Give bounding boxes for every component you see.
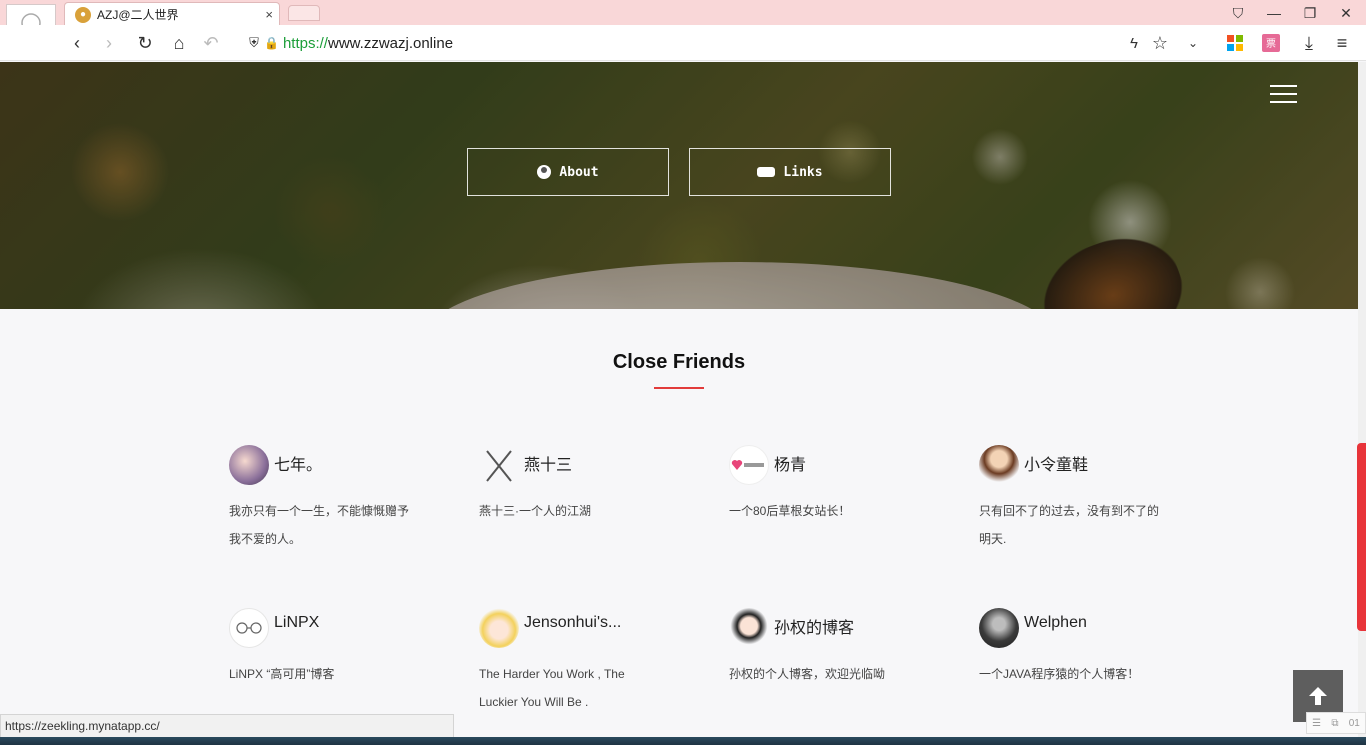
friend-description: 孙权的个人博客，欢迎光临呦	[729, 667, 886, 681]
url-scheme: https://	[282, 34, 328, 52]
friend-name[interactable]: 七年。	[274, 451, 322, 475]
ticket-icon[interactable]: 票	[1260, 32, 1282, 54]
link-status-bar: https://zeekling.mynatapp.cc/	[0, 714, 454, 738]
scrollbar-thumb[interactable]	[1357, 443, 1366, 631]
apps-grid-icon[interactable]	[1224, 32, 1246, 54]
friend-name[interactable]: Welphen	[1024, 614, 1087, 632]
home-icon[interactable]: ⌂	[168, 32, 190, 54]
about-button-label: About	[559, 164, 599, 180]
dropdown-chevron-icon[interactable]: ⌄	[1182, 32, 1204, 54]
friend-description: 一个80后草根女站长！	[729, 504, 851, 518]
friend-name[interactable]: 孙权的博客	[774, 614, 854, 638]
close-window-icon[interactable]: ✕	[1334, 3, 1358, 23]
friend-avatar	[479, 445, 519, 485]
friend-avatar	[979, 445, 1019, 485]
list-icon: ☰	[1312, 717, 1322, 729]
friend-avatar	[229, 445, 269, 485]
friend-description: 燕十三·一个人的江湖	[479, 504, 591, 518]
friend-description: The Harder You Work , The Luckier You Wi…	[479, 667, 625, 709]
crossed-swords-icon	[486, 450, 512, 482]
svg-text:票: 票	[1266, 38, 1276, 50]
bookmark-star-icon[interactable]: ☆	[1149, 32, 1171, 54]
friend-name[interactable]: 小令童鞋	[1024, 451, 1088, 475]
minimize-icon[interactable]: —	[1262, 3, 1286, 23]
links-button-label: Links	[783, 164, 823, 180]
browser-tab-bar: ● AZJ@二人世界 × ⛉ — ❐ ✕	[0, 0, 1366, 26]
title-underline	[654, 387, 704, 389]
friend-description: 一个JAVA程序猿的个人博客！	[979, 667, 1140, 681]
site-menu-hamburger-icon[interactable]	[1270, 85, 1297, 103]
section-title: Close Friends	[612, 351, 746, 373]
mini-tool-widget[interactable]: ☰ ⧉ 01	[1306, 712, 1366, 734]
download-icon[interactable]: ⤓	[1298, 32, 1320, 54]
friend-description: LiNPX “高可用”博客	[229, 667, 335, 681]
glasses-icon	[236, 622, 262, 634]
restore-icon[interactable]: ❐	[1298, 3, 1322, 23]
browser-tab[interactable]: ● AZJ@二人世界 ×	[64, 2, 280, 26]
undo-close-icon[interactable]: ↶	[200, 32, 222, 54]
tab-title: AZJ@二人世界	[97, 8, 179, 22]
friend-name[interactable]: 杨青	[774, 451, 806, 475]
friend-avatar	[729, 608, 769, 648]
tab-close-icon[interactable]: ×	[265, 7, 273, 22]
menu-icon[interactable]: ≡	[1331, 32, 1353, 54]
os-taskbar	[0, 737, 1366, 745]
copy-icon: ⧉	[1331, 717, 1339, 729]
new-tab-button[interactable]	[288, 5, 320, 21]
page-scrollbar[interactable]	[1358, 62, 1366, 745]
friend-avatar	[479, 608, 519, 648]
site-favicon-icon: ●	[75, 6, 91, 23]
shield-icon[interactable]: ⛨	[243, 32, 265, 54]
skin-shirt-icon[interactable]: ⛉	[1226, 3, 1250, 23]
friend-description: 只有回不了的过去，没有到不了的明天.	[979, 504, 1160, 546]
address-bar[interactable]: 🔒 https:// www.zzwazj.online	[264, 31, 453, 55]
friend-avatar	[729, 445, 769, 485]
friend-name[interactable]: LiNPX	[274, 614, 319, 632]
about-button[interactable]: About	[467, 148, 669, 196]
user-circle-icon	[537, 165, 552, 179]
url-host: www.zzwazj.online	[327, 34, 454, 52]
friend-description: 我亦只有一个一生，不能慷慨赠予我不爱的人。	[229, 504, 410, 546]
lightning-icon[interactable]: ϟ	[1123, 32, 1145, 54]
mini-widget-text: 01	[1348, 717, 1360, 729]
friend-name[interactable]: Jensonhui's...	[524, 614, 621, 632]
arrow-up-icon	[1309, 687, 1327, 705]
links-button[interactable]: Links	[689, 148, 891, 196]
friend-avatar	[979, 608, 1019, 648]
friend-name[interactable]: 燕十三	[524, 451, 572, 475]
friend-avatar	[229, 608, 269, 648]
browser-toolbar: ‹ › ↻ ⌂ ↶ ⛨ 🔒 https:// www.zzwazj.online…	[0, 25, 1366, 61]
hero-banner: About Links	[0, 62, 1358, 309]
forward-icon[interactable]: ›	[98, 32, 120, 54]
reload-icon[interactable]: ↻	[134, 32, 156, 54]
heart-logo-icon	[731, 460, 764, 470]
lock-icon: 🔒	[264, 36, 279, 50]
back-icon[interactable]: ‹	[66, 32, 88, 54]
handshake-icon	[757, 167, 776, 177]
